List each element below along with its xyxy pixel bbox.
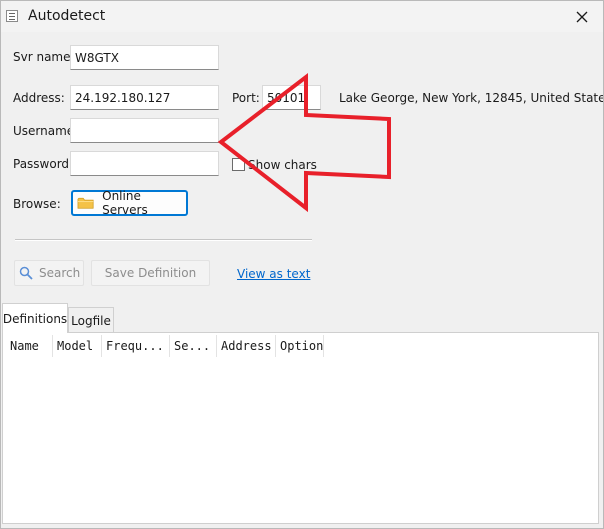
show-chars-checkbox[interactable] xyxy=(232,158,245,171)
location-text: Lake George, New York, 12845, United Sta… xyxy=(339,91,604,105)
show-chars-label: Show chars xyxy=(248,158,317,172)
online-servers-label: Online Servers xyxy=(102,189,148,217)
save-definition-button[interactable]: Save Definition xyxy=(91,260,210,286)
column-header-model[interactable]: Model xyxy=(53,335,102,357)
online-servers-button[interactable]: Online Servers xyxy=(71,189,188,217)
folder-icon xyxy=(77,197,94,209)
password-input[interactable] xyxy=(70,151,219,176)
username-label: Username: xyxy=(13,124,79,138)
address-label: Address: xyxy=(13,91,65,105)
app-icon xyxy=(6,10,18,22)
search-icon xyxy=(19,266,33,280)
address-input[interactable] xyxy=(70,85,219,110)
column-header-option[interactable]: Option xyxy=(276,335,324,357)
password-label: Password: xyxy=(13,157,74,171)
close-icon xyxy=(576,11,588,22)
save-definition-label: Save Definition xyxy=(104,266,197,280)
close-button[interactable] xyxy=(563,3,601,30)
port-label: Port: xyxy=(232,91,260,105)
table-header: Name Model Frequ... Se... Address Option xyxy=(6,335,324,357)
column-header-address[interactable]: Address xyxy=(217,335,276,357)
server-name-input[interactable] xyxy=(70,45,219,70)
port-input[interactable] xyxy=(262,85,321,110)
title-bar: Autodetect xyxy=(1,1,603,32)
browse-label: Browse: xyxy=(13,197,61,211)
separator xyxy=(15,239,312,241)
search-label: Search xyxy=(39,266,81,280)
search-button[interactable]: Search xyxy=(14,260,84,286)
column-header-name[interactable]: Name xyxy=(6,335,53,357)
view-as-text-link[interactable]: View as text xyxy=(237,267,310,281)
column-header-frequency[interactable]: Frequ... xyxy=(102,335,170,357)
username-input[interactable] xyxy=(70,118,219,143)
autodetect-window: Autodetect Svr name: Address: Port: Lake… xyxy=(0,0,604,529)
window-title: Autodetect xyxy=(28,8,106,24)
tab-definitions[interactable]: Definitions xyxy=(2,303,68,333)
column-header-se[interactable]: Se... xyxy=(170,335,217,357)
server-name-label: Svr name: xyxy=(13,50,75,64)
definitions-table[interactable]: Name Model Frequ... Se... Address Option xyxy=(2,332,599,524)
tab-logfile[interactable]: Logfile xyxy=(68,307,114,333)
